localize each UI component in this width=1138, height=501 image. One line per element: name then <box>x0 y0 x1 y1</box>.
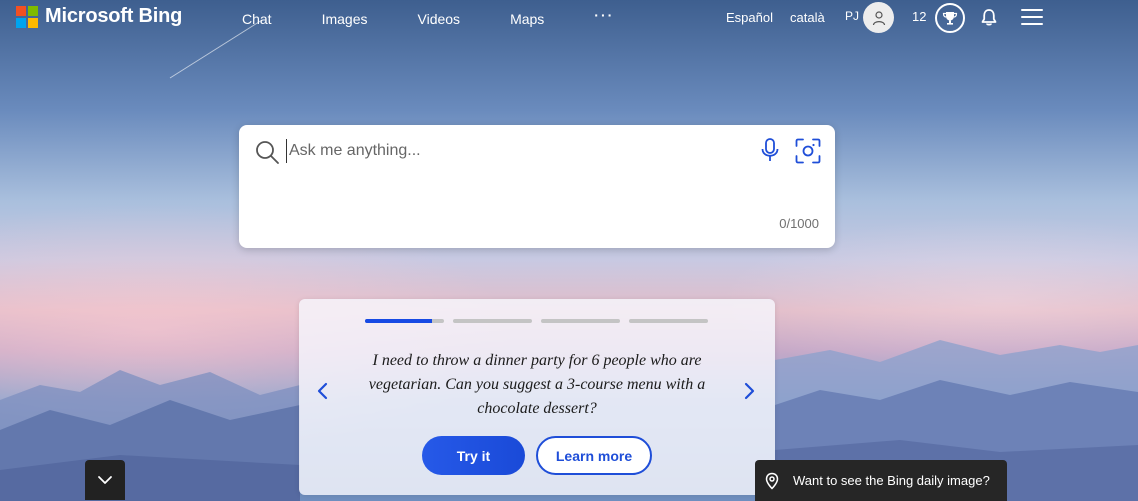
microsoft-logo-icon <box>16 5 38 28</box>
chevron-right-icon[interactable] <box>741 382 757 400</box>
top-header: Microsoft Bing Chat Images Videos Maps ·… <box>0 0 1138 36</box>
user-avatar[interactable] <box>863 2 894 33</box>
chevron-down-icon <box>98 476 112 484</box>
language-espanol[interactable]: Español <box>726 10 773 25</box>
chevron-left-icon[interactable] <box>315 382 331 400</box>
visual-search-icon[interactable] <box>795 138 821 164</box>
nav-chat[interactable]: Chat <box>242 11 272 27</box>
user-icon <box>872 10 885 25</box>
nav-videos[interactable]: Videos <box>418 11 461 27</box>
nav-images[interactable]: Images <box>322 11 368 27</box>
hamburger-menu-button[interactable] <box>1021 9 1043 25</box>
carousel-indicator-3[interactable] <box>541 319 620 323</box>
rewards-button[interactable] <box>935 3 965 33</box>
carousel-indicator-4[interactable] <box>629 319 708 323</box>
character-counter: 0/1000 <box>779 216 819 231</box>
carousel-indicator-2[interactable] <box>453 319 532 323</box>
learn-more-button[interactable]: Learn more <box>536 436 652 475</box>
bing-logo[interactable]: Microsoft Bing <box>16 5 182 28</box>
scroll-down-button[interactable] <box>85 460 125 500</box>
suggestion-prompt: I need to throw a dinner party for 6 peo… <box>368 352 706 417</box>
suggestion-card: I need to throw a dinner party for 6 peo… <box>299 299 775 495</box>
search-icon <box>256 141 279 164</box>
nav-more[interactable]: ··· <box>594 7 614 27</box>
notifications-button[interactable] <box>980 8 998 32</box>
bell-icon <box>981 9 997 26</box>
search-box: 0/1000 <box>239 125 835 248</box>
language-catala[interactable]: català <box>790 10 825 25</box>
nav-maps[interactable]: Maps <box>510 11 544 27</box>
trophy-icon <box>942 12 958 25</box>
carousel-indicator-1[interactable] <box>365 319 444 323</box>
user-initials[interactable]: PJ <box>845 9 859 23</box>
main-nav: Chat Images Videos Maps ··· <box>242 7 664 27</box>
carousel-progress <box>365 319 709 323</box>
try-it-button[interactable]: Try it <box>422 436 525 475</box>
search-input[interactable] <box>286 139 746 163</box>
daily-image-label: Want to see the Bing daily image? <box>793 473 990 488</box>
microphone-icon[interactable] <box>760 137 780 163</box>
location-pin-icon <box>765 472 779 490</box>
rewards-points[interactable]: 12 <box>912 9 926 24</box>
daily-image-prompt[interactable]: Want to see the Bing daily image? <box>755 460 1007 501</box>
brand-name: Microsoft Bing <box>45 5 183 27</box>
hamburger-icon <box>1021 9 1043 11</box>
